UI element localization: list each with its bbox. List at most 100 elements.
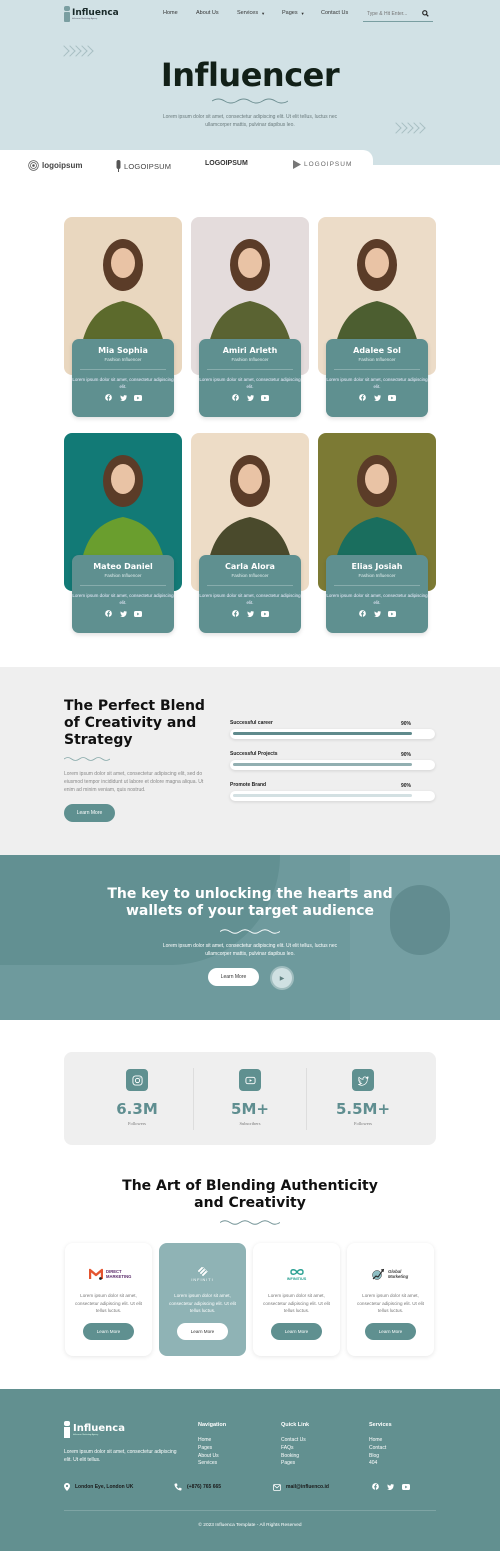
nav-pages[interactable]: Pages ▼ xyxy=(282,10,305,16)
divider xyxy=(334,585,420,586)
search-icon[interactable] xyxy=(422,9,429,19)
facebook-icon[interactable] xyxy=(231,610,239,617)
twitter-icon[interactable] xyxy=(373,610,381,617)
influencer-description: Lorem ipsum dolor sit amet, consectetur … xyxy=(326,377,428,389)
nav-home[interactable]: Home xyxy=(163,10,178,16)
skill-label: Successful career xyxy=(230,720,273,726)
twitter-icon[interactable] xyxy=(119,394,127,401)
footer-social-links xyxy=(372,1483,410,1492)
footer-link[interactable]: Booking xyxy=(281,1453,299,1459)
influencer-name: Elias Josiah xyxy=(351,562,403,571)
learn-more-button[interactable]: Learn More xyxy=(83,1323,134,1340)
footer-divider xyxy=(64,1510,436,1511)
skill-progress-fill xyxy=(233,794,412,797)
skill-label: Successful Projects xyxy=(230,751,278,757)
footer-link[interactable]: FAQs xyxy=(281,1445,294,1451)
footer-link[interactable]: Contact Us xyxy=(281,1437,306,1443)
twitter-icon[interactable] xyxy=(387,1483,394,1492)
footer-link[interactable]: Services xyxy=(198,1460,217,1466)
youtube-icon[interactable] xyxy=(388,610,396,617)
logoipsum-icon xyxy=(293,160,301,169)
logo-subtitle: Influencer Marketing Agency xyxy=(73,1434,99,1436)
phone-icon xyxy=(174,1483,182,1491)
footer-link[interactable]: About Us xyxy=(198,1453,219,1459)
globe-chart-icon xyxy=(372,1268,385,1280)
play-video-button[interactable]: ▶ xyxy=(272,968,292,988)
wave-divider xyxy=(220,929,280,934)
footer-heading: Quick Link xyxy=(281,1422,310,1428)
twitter-icon[interactable] xyxy=(119,610,127,617)
chevrons-decoration xyxy=(390,122,426,134)
footer-logo[interactable]: Influenca Influencer Marketing Agency xyxy=(64,1421,125,1438)
learn-more-button[interactable]: Learn More xyxy=(271,1323,322,1340)
cta-learn-more-button[interactable]: Learn More xyxy=(208,968,259,986)
influencer-role: Fashion Influencer xyxy=(358,573,396,578)
twitter-icon[interactable] xyxy=(246,394,254,401)
youtube-icon[interactable] xyxy=(134,610,142,617)
influencer-name: Adalee Sol xyxy=(353,346,401,355)
infiniti-logo: INFINITI xyxy=(159,1259,246,1289)
learn-more-button[interactable]: Learn More xyxy=(365,1323,416,1340)
facebook-icon[interactable] xyxy=(104,610,112,617)
partner-logo-text: LOGOIPSUM xyxy=(205,160,248,167)
search-input[interactable] xyxy=(367,11,417,17)
youtube-icon[interactable] xyxy=(239,1069,261,1091)
infinitius-logo: INFINITIUS xyxy=(253,1259,340,1289)
email-text: mail@influenco.id xyxy=(286,1484,329,1490)
nav-label: Home xyxy=(163,10,178,16)
skill-progress-fill xyxy=(233,732,412,735)
nav-services[interactable]: Services ▼ xyxy=(237,10,265,16)
stat-instagram: 6.3M Followers xyxy=(75,1069,199,1126)
youtube-icon[interactable] xyxy=(402,1483,410,1492)
partner-logo-text: INFINITI xyxy=(191,1278,214,1282)
twitter-icon[interactable] xyxy=(246,610,254,617)
twitter-icon[interactable] xyxy=(373,394,381,401)
infinity-icon xyxy=(289,1268,304,1275)
facebook-icon[interactable] xyxy=(372,1483,379,1492)
nav-about-us[interactable]: About Us xyxy=(196,10,219,16)
partner-logo: LOGOIPSUM xyxy=(116,160,171,172)
youtube-icon[interactable] xyxy=(261,394,269,401)
stat-label: Subscribers xyxy=(239,1121,261,1126)
youtube-icon[interactable] xyxy=(134,394,142,401)
youtube-icon[interactable] xyxy=(261,610,269,617)
divider xyxy=(80,369,166,370)
twitter-icon[interactable] xyxy=(352,1069,374,1091)
divider xyxy=(334,369,420,370)
facebook-icon[interactable] xyxy=(358,610,366,617)
logo-icon xyxy=(64,1421,70,1438)
partner-card-direct-marketing: DIRECT MARKETING Lorem ipsum dolor sit a… xyxy=(65,1243,152,1356)
skill-percent: 90% xyxy=(401,783,412,789)
skill-progress-bar xyxy=(230,791,435,801)
partner-logo: logoipsum xyxy=(28,160,82,171)
footer-link[interactable]: Pages xyxy=(198,1445,212,1451)
footer-phone[interactable]: (+876) 765 665 xyxy=(174,1483,221,1491)
logo[interactable]: Influenca Influencer Marketing Agency xyxy=(64,6,119,22)
skill-label: Promote Brand xyxy=(230,782,267,788)
influencer-card: Mateo Daniel Fashion Influencer Lorem ipsu… xyxy=(72,555,174,633)
global-marketing-logo: Global Marketing xyxy=(347,1259,434,1289)
facebook-icon[interactable] xyxy=(231,394,239,401)
influencer-description: Lorem ipsum dolor sit amet, consectetur … xyxy=(72,377,174,389)
learn-more-button[interactable]: Learn More xyxy=(177,1323,228,1340)
influencer-card: Mia Sophia Fashion Influencer Lorem ipsum … xyxy=(72,339,174,417)
footer-link[interactable]: Contact xyxy=(369,1445,386,1451)
facebook-icon[interactable] xyxy=(358,394,366,401)
location-pin-icon xyxy=(64,1483,70,1491)
cta-section xyxy=(0,855,500,1020)
footer-link[interactable]: Home xyxy=(369,1437,382,1443)
youtube-icon[interactable] xyxy=(388,394,396,401)
phone-text: (+876) 765 665 xyxy=(187,1484,222,1490)
learn-more-button[interactable]: Learn More xyxy=(64,804,115,822)
footer-link[interactable]: 404 xyxy=(369,1460,377,1466)
footer-link[interactable]: Pages xyxy=(281,1460,295,1466)
influencer-role: Fashion Influencer xyxy=(231,357,269,362)
facebook-icon[interactable] xyxy=(104,394,112,401)
nav-contact-us[interactable]: Contact Us xyxy=(321,10,348,16)
copyright: © 2023 Influenca Template - All Rights R… xyxy=(198,1523,302,1528)
footer-link[interactable]: Blog xyxy=(369,1453,379,1459)
footer-link[interactable]: Home xyxy=(198,1437,211,1443)
partner-logo-text: INFINITIUS xyxy=(286,1276,307,1281)
instagram-icon[interactable] xyxy=(126,1069,148,1091)
footer-email[interactable]: mail@influenco.id xyxy=(273,1483,329,1491)
